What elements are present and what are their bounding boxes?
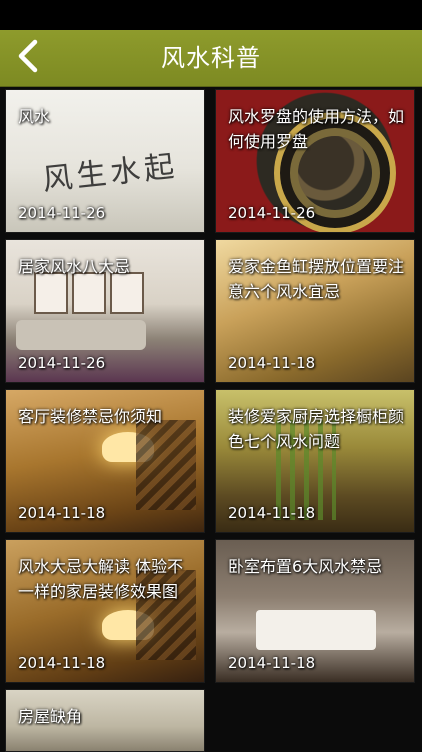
page-title: 风水科普 <box>161 44 261 72</box>
article-title: 房屋缺角 <box>18 707 83 726</box>
article-date: 2014-11-26 <box>228 204 316 222</box>
article-title: 爱家金鱼缸摆放位置要注意六个风水宜忌 <box>228 257 405 301</box>
article-date: 2014-11-18 <box>18 654 106 672</box>
article-card[interactable]: 装修爱家厨房选择橱柜颜色七个风水问题 2014-11-18 <box>215 389 415 533</box>
article-card[interactable]: 风水大忌大解读 体验不一样的家居装修效果图 2014-11-18 <box>5 539 205 683</box>
title-bar: 风水科普 <box>0 30 422 87</box>
article-grid: 风生水起 风水 2014-11-26 风水罗盘的使用方法，如何使用罗盘 2014… <box>0 86 422 752</box>
article-card[interactable]: 客厅装修禁忌你须知 2014-11-18 <box>5 389 205 533</box>
article-title: 风水罗盘的使用方法，如何使用罗盘 <box>228 107 405 151</box>
article-date: 2014-11-26 <box>18 204 106 222</box>
status-bar <box>0 0 422 30</box>
article-title: 风水 <box>18 107 51 126</box>
article-date: 2014-11-18 <box>18 504 106 522</box>
article-card[interactable]: 居家风水八大忌 2014-11-26 <box>5 239 205 383</box>
bed-shape <box>256 610 376 650</box>
sofa-shape <box>16 320 146 350</box>
article-title: 卧室布置6大风水禁忌 <box>228 557 383 576</box>
stairs-shape <box>136 420 196 510</box>
article-title: 居家风水八大忌 <box>18 257 131 276</box>
article-date: 2014-11-18 <box>228 504 316 522</box>
article-card[interactable]: 爱家金鱼缸摆放位置要注意六个风水宜忌 2014-11-18 <box>215 239 415 383</box>
article-card[interactable]: 风生水起 风水 2014-11-26 <box>5 89 205 233</box>
article-title: 客厅装修禁忌你须知 <box>18 407 163 426</box>
article-card[interactable]: 风水罗盘的使用方法，如何使用罗盘 2014-11-26 <box>215 89 415 233</box>
article-date: 2014-11-26 <box>18 354 106 372</box>
article-card[interactable]: 卧室布置6大风水禁忌 2014-11-18 <box>215 539 415 683</box>
article-date: 2014-11-18 <box>228 654 316 672</box>
article-title: 风水大忌大解读 体验不一样的家居装修效果图 <box>18 557 184 601</box>
calligraphy-text: 风生水起 <box>40 148 180 198</box>
article-date: 2014-11-18 <box>228 354 316 372</box>
article-card[interactable]: 房屋缺角 <box>5 689 205 752</box>
article-title: 装修爱家厨房选择橱柜颜色七个风水问题 <box>228 407 405 451</box>
